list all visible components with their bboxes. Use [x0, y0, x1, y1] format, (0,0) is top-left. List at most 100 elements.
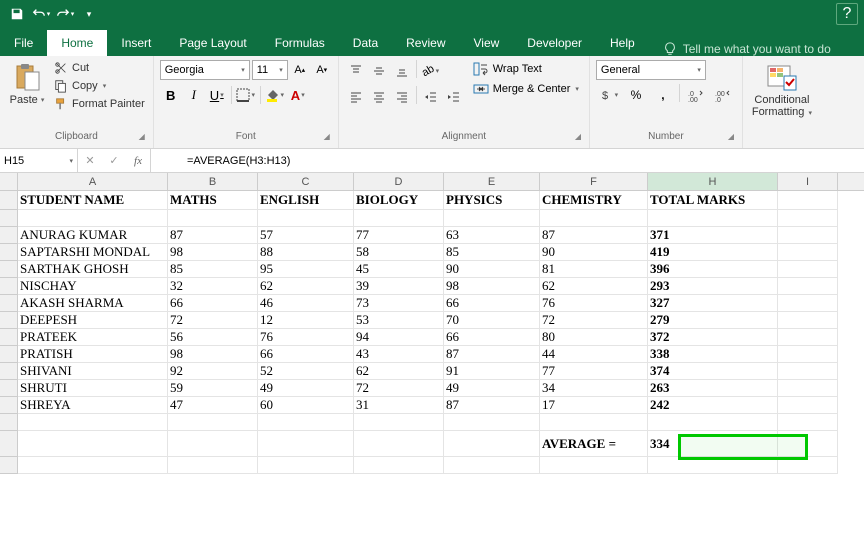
cell[interactable]: 371 — [648, 227, 778, 244]
cell[interactable]: CHEMISTRY — [540, 191, 648, 210]
cell[interactable]: 76 — [540, 295, 648, 312]
cell[interactable]: 66 — [168, 295, 258, 312]
cell[interactable]: PHYSICS — [444, 191, 540, 210]
cell[interactable] — [778, 329, 838, 346]
cell[interactable] — [168, 414, 258, 431]
cell[interactable]: 87 — [540, 227, 648, 244]
cell[interactable] — [778, 244, 838, 261]
cell[interactable]: 419 — [648, 244, 778, 261]
cell[interactable]: SHRUTI — [18, 380, 168, 397]
row-header[interactable] — [0, 457, 18, 474]
fill-color-button[interactable]: ▾ — [264, 84, 286, 106]
cell[interactable] — [354, 431, 444, 457]
cell[interactable] — [778, 295, 838, 312]
cell[interactable]: 88 — [258, 244, 354, 261]
cell[interactable]: 279 — [648, 312, 778, 329]
cell[interactable]: 242 — [648, 397, 778, 414]
cell[interactable]: 98 — [444, 278, 540, 295]
cell[interactable]: 98 — [168, 244, 258, 261]
cell[interactable] — [540, 414, 648, 431]
cell[interactable] — [18, 431, 168, 457]
formula-input[interactable]: =AVERAGE(H3:H13) — [179, 149, 864, 172]
col-header[interactable]: C — [258, 173, 354, 190]
cell[interactable]: 66 — [444, 295, 540, 312]
cell[interactable]: 77 — [354, 227, 444, 244]
cell[interactable] — [444, 431, 540, 457]
insert-function-button[interactable]: fx — [126, 155, 150, 167]
col-header[interactable]: B — [168, 173, 258, 190]
cell[interactable]: 70 — [444, 312, 540, 329]
cell[interactable] — [778, 431, 838, 457]
alignment-launcher-icon[interactable]: ◢ — [573, 132, 583, 142]
cell[interactable]: 12 — [258, 312, 354, 329]
cell[interactable] — [444, 210, 540, 227]
cell[interactable]: 90 — [540, 244, 648, 261]
cell[interactable]: 72 — [168, 312, 258, 329]
cell[interactable]: 66 — [258, 346, 354, 363]
cell[interactable]: PRATEEK — [18, 329, 168, 346]
font-name-dropdown[interactable]: Georgia▾ — [160, 60, 250, 80]
align-bottom-button[interactable] — [391, 60, 413, 82]
align-center-button[interactable] — [368, 86, 390, 108]
row-header[interactable] — [0, 312, 18, 329]
cell[interactable] — [778, 346, 838, 363]
cell[interactable]: 44 — [540, 346, 648, 363]
cell[interactable]: 59 — [168, 380, 258, 397]
col-header[interactable]: A — [18, 173, 168, 190]
align-top-button[interactable] — [345, 60, 367, 82]
cell[interactable]: 62 — [354, 363, 444, 380]
tab-formulas[interactable]: Formulas — [261, 30, 339, 56]
row-header[interactable] — [0, 278, 18, 295]
wrap-text-button[interactable]: Wrap Text — [469, 60, 583, 78]
cell[interactable]: ENGLISH — [258, 191, 354, 210]
align-middle-button[interactable] — [368, 60, 390, 82]
cell[interactable] — [778, 312, 838, 329]
cell[interactable]: 81 — [540, 261, 648, 278]
window-help-icon[interactable]: ? — [836, 3, 858, 25]
save-icon[interactable] — [6, 3, 28, 25]
merge-center-button[interactable]: Merge & Center▾ — [469, 80, 583, 98]
cell[interactable] — [258, 457, 354, 474]
cell[interactable]: 39 — [354, 278, 444, 295]
select-all-corner[interactable] — [0, 173, 18, 190]
cell[interactable]: 43 — [354, 346, 444, 363]
increase-decimal-button[interactable]: .0.00 — [683, 84, 709, 106]
cell[interactable]: AVERAGE = — [540, 431, 648, 457]
align-left-button[interactable] — [345, 86, 367, 108]
cell[interactable]: AKASH SHARMA — [18, 295, 168, 312]
cell[interactable]: SHREYA — [18, 397, 168, 414]
row-header[interactable] — [0, 414, 18, 431]
cell[interactable]: PRATISH — [18, 346, 168, 363]
cell[interactable]: ANURAG KUMAR — [18, 227, 168, 244]
cell[interactable]: 77 — [540, 363, 648, 380]
cell[interactable] — [18, 457, 168, 474]
cell[interactable] — [778, 210, 838, 227]
cell[interactable] — [648, 414, 778, 431]
cell[interactable] — [778, 363, 838, 380]
cell[interactable] — [168, 457, 258, 474]
cell[interactable]: NISCHAY — [18, 278, 168, 295]
decrease-indent-button[interactable] — [420, 86, 442, 108]
cell[interactable] — [354, 210, 444, 227]
format-painter-button[interactable]: Format Painter — [52, 96, 147, 112]
cell[interactable]: SAPTARSHI MONDAL — [18, 244, 168, 261]
cell[interactable]: 72 — [354, 380, 444, 397]
cell[interactable] — [778, 278, 838, 295]
cell[interactable] — [258, 414, 354, 431]
cell[interactable] — [258, 210, 354, 227]
number-launcher-icon[interactable]: ◢ — [726, 132, 736, 142]
cell[interactable] — [444, 457, 540, 474]
col-header[interactable]: E — [444, 173, 540, 190]
cell[interactable]: 98 — [168, 346, 258, 363]
row-header[interactable] — [0, 227, 18, 244]
cell[interactable]: DEEPESH — [18, 312, 168, 329]
row-header[interactable] — [0, 244, 18, 261]
cell[interactable]: 60 — [258, 397, 354, 414]
col-header[interactable]: I — [778, 173, 838, 190]
cell[interactable]: 45 — [354, 261, 444, 278]
row-header[interactable] — [0, 329, 18, 346]
increase-font-button[interactable]: A▴ — [290, 60, 310, 80]
tab-developer[interactable]: Developer — [513, 30, 596, 56]
cell[interactable]: 17 — [540, 397, 648, 414]
tab-review[interactable]: Review — [392, 30, 459, 56]
